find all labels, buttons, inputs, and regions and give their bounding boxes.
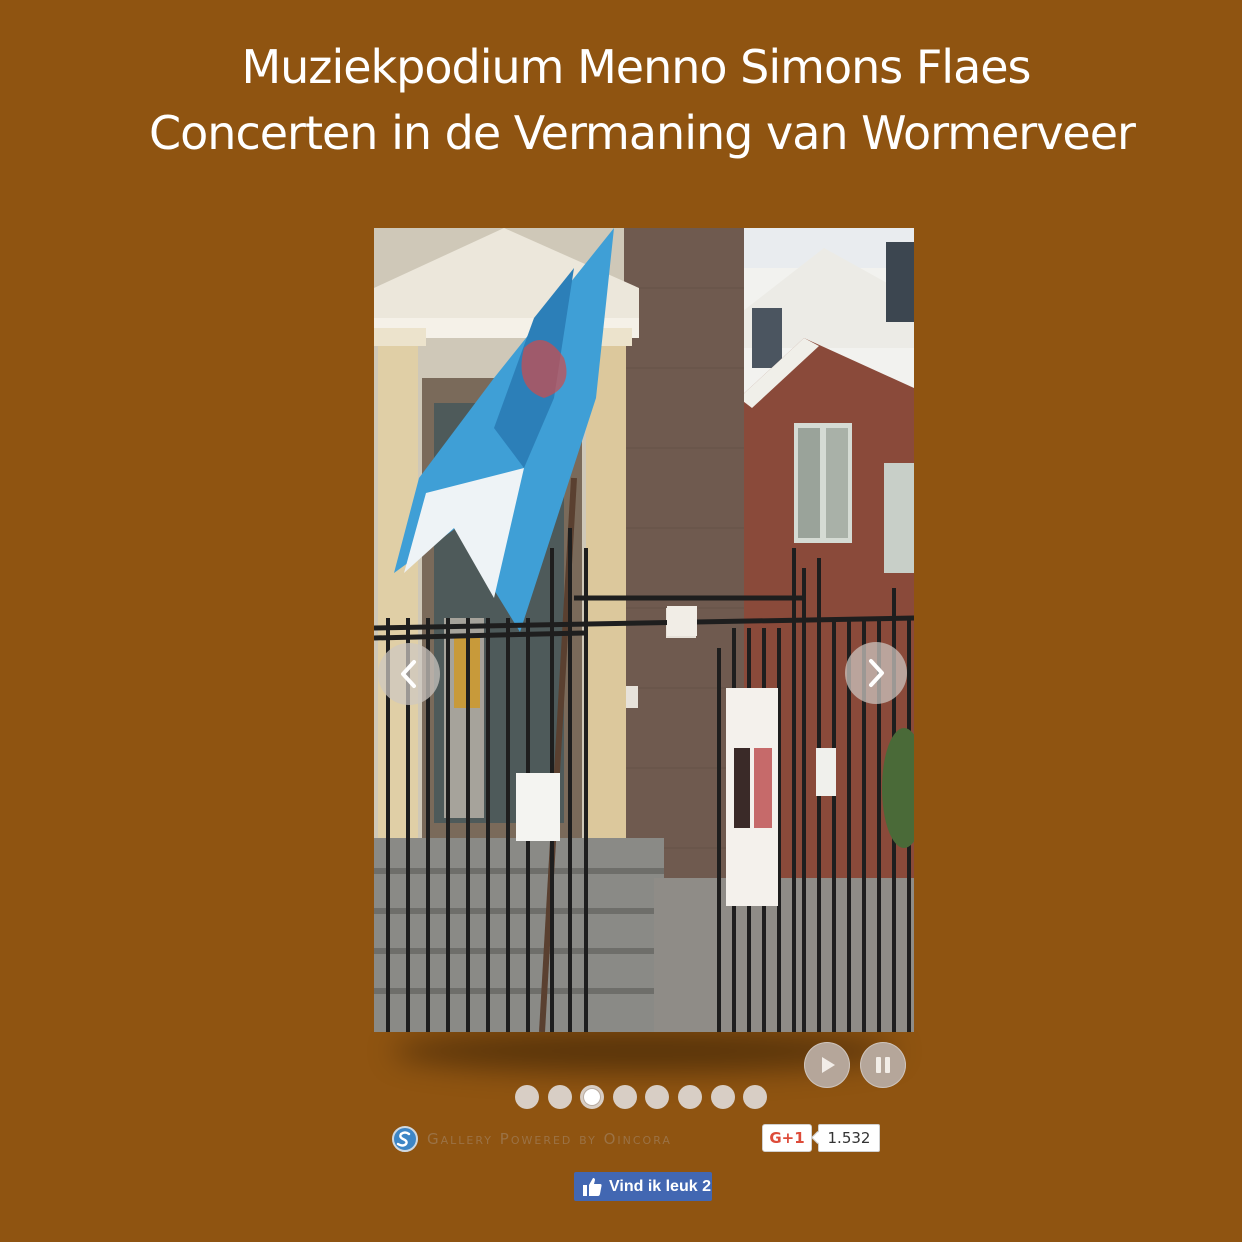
sincora-logo-icon — [392, 1126, 418, 1152]
play-icon — [822, 1057, 835, 1073]
slide-dot[interactable] — [710, 1085, 735, 1109]
chevron-right-icon — [869, 659, 884, 687]
prev-slide-button[interactable] — [378, 643, 440, 705]
page: Muziekpodium Menno Simons Flaes Concerte… — [0, 0, 1242, 1242]
slide-dot[interactable] — [743, 1085, 768, 1109]
facebook-like-button[interactable]: Vind ik leuk 2 — [574, 1172, 712, 1201]
gallery-credit-link[interactable]: Gallery Powered by Oincora — [391, 1124, 672, 1154]
church-photo — [374, 228, 914, 1032]
pause-icon — [876, 1057, 890, 1073]
slide-dot[interactable] — [515, 1085, 539, 1109]
slide-dot[interactable] — [678, 1085, 702, 1109]
chevron-left-icon — [401, 660, 416, 688]
google-plus-button[interactable]: G+1 — [762, 1124, 812, 1152]
page-title-line1: Muziekpodium Menno Simons Flaes — [241, 40, 1031, 94]
next-slide-button[interactable] — [845, 642, 907, 704]
pause-button[interactable] — [860, 1042, 906, 1088]
thumbs-up-icon — [583, 1177, 602, 1196]
slide-dot[interactable] — [580, 1085, 605, 1109]
play-button[interactable] — [804, 1042, 850, 1088]
google-plus-count: 1.532 — [818, 1124, 880, 1152]
page-title-line2: Concerten in de Vermaning van Wormerveer — [149, 106, 1136, 160]
slide-dot[interactable] — [547, 1085, 572, 1109]
gallery-credit-text: Gallery Powered by Oincora — [427, 1130, 672, 1148]
slideshow-image[interactable] — [374, 228, 914, 1032]
slide-dot[interactable] — [645, 1085, 670, 1109]
slide-dot[interactable] — [612, 1085, 637, 1109]
facebook-like-label: Vind ik leuk 2 — [609, 1177, 711, 1195]
